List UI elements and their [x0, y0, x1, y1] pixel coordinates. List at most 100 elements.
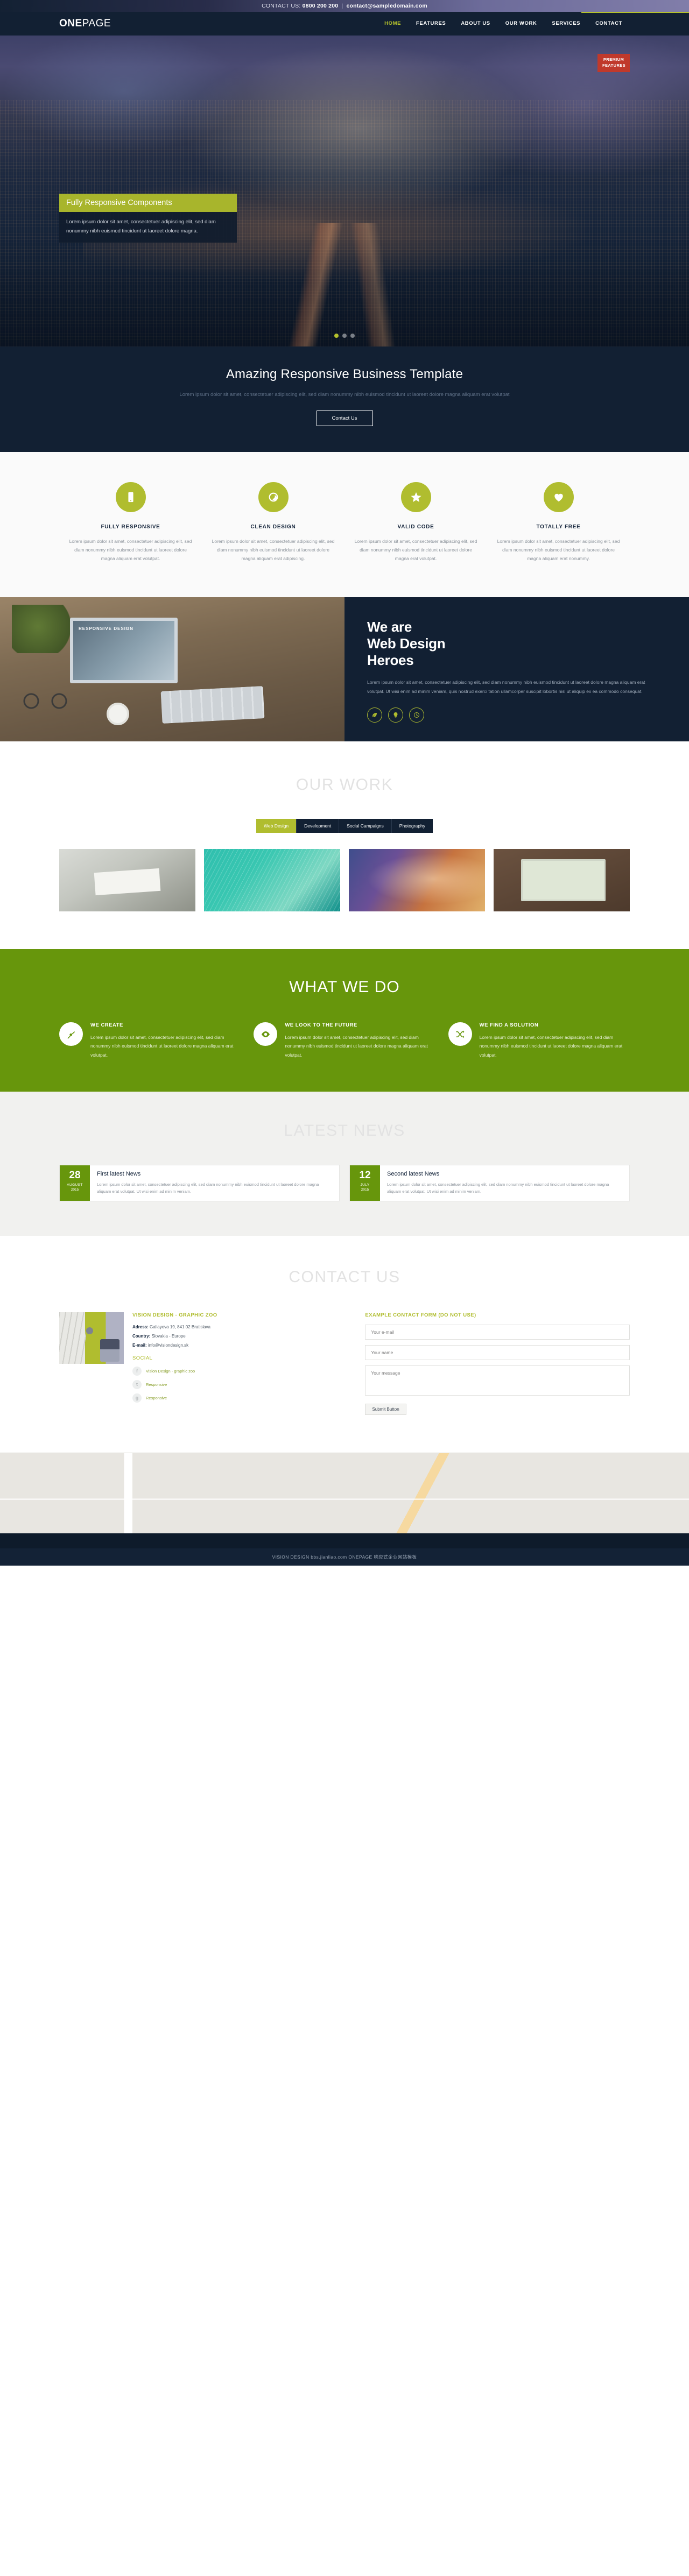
news-month: JULY: [360, 1183, 370, 1187]
keyboard: [160, 686, 265, 724]
news-text: Lorem ipsum dolor sit amet, consectetuer…: [97, 1181, 319, 1194]
nav-item-about-us[interactable]: ABOUT US: [453, 12, 497, 36]
main-navigation-bar: ONEPAGE HOME FEATURES ABOUT US OUR WORK …: [0, 12, 689, 36]
heart-icon: [543, 482, 574, 513]
work-thumb-laptop-homepage[interactable]: [494, 849, 630, 912]
feature-title: VALID CODE: [397, 524, 434, 530]
shuffle-icon: [448, 1022, 472, 1046]
about-heading-line1: We are: [367, 619, 412, 635]
message-field[interactable]: [365, 1365, 630, 1396]
work-filter-tabs: Web Design Development Social Campaigns …: [59, 819, 630, 833]
submit-button[interactable]: Submit Button: [365, 1403, 406, 1415]
bulb-icon[interactable]: [388, 707, 403, 723]
nav-item-features[interactable]: FEATURES: [409, 12, 453, 36]
social-row-facebook[interactable]: f Vision Design - graphic zoo: [132, 1366, 217, 1376]
email-label: E-mail:: [132, 1342, 147, 1348]
map-area[interactable]: [0, 1452, 689, 1533]
email-line: E-mail: info@visiondesign.sk: [132, 1343, 217, 1348]
contact-us-label: CONTACT US:: [262, 3, 301, 9]
news-date-badge: 28 AUGUST 2015: [60, 1165, 90, 1201]
tagline-section: Amazing Responsive Business Template Lor…: [0, 346, 689, 452]
wwd-title: WE CREATE: [90, 1022, 123, 1029]
wwd-card-we-look-to-the-future: WE LOOK TO THE FUTURE Lorem ipsum dolor …: [254, 1022, 435, 1059]
site-logo[interactable]: ONEPAGE: [59, 18, 111, 30]
top-bar-text: CONTACT US: 0800 200 200 | contact@sampl…: [0, 0, 689, 12]
address-label: Adress:: [132, 1324, 149, 1329]
contact-phone[interactable]: 0800 200 200: [303, 3, 339, 9]
eye-icon: [258, 482, 289, 513]
about-icon-row: [367, 707, 661, 723]
email-field[interactable]: [365, 1324, 630, 1340]
feature-card-fully-responsive: FULLY RESPONSIVE Lorem ipsum dolor sit a…: [59, 482, 202, 563]
eye-icon: [254, 1022, 278, 1046]
wwd-title: WE LOOK TO THE FUTURE: [285, 1022, 357, 1029]
latest-news-section: LATEST NEWS 28 AUGUST 2015 First latest …: [0, 1091, 689, 1236]
about-heading-line2: Web Design: [367, 635, 446, 652]
features-grid: FULLY RESPONSIVE Lorem ipsum dolor sit a…: [59, 482, 630, 563]
social-row-twitter[interactable]: t Responsive: [132, 1379, 217, 1389]
leaf-icon[interactable]: [367, 707, 382, 723]
work-thumb-teal-abstract[interactable]: [204, 849, 340, 912]
filter-web-design[interactable]: Web Design: [256, 819, 297, 833]
about-heading: We are Web Design Heroes: [367, 619, 661, 668]
contact-grid: VISION DESIGN - GRAPHIC ZOO Adress: Gall…: [59, 1312, 630, 1415]
plant-decoration: [12, 605, 76, 654]
work-thumb-colorful-paint[interactable]: [349, 849, 485, 912]
tagline-title: Amazing Responsive Business Template: [226, 367, 463, 381]
email-value[interactable]: info@visiondesign.sk: [148, 1343, 188, 1348]
social-row-google-plus[interactable]: g Responsive: [132, 1393, 217, 1403]
news-month: AUGUST: [67, 1183, 83, 1187]
feature-title: TOTALLY FREE: [536, 524, 581, 530]
news-year: 2015: [361, 1187, 369, 1192]
what-we-do-title: WHAT WE DO: [289, 978, 400, 996]
news-day: 28: [69, 1169, 81, 1181]
filter-social-campaigns[interactable]: Social Campaigns: [339, 819, 392, 833]
about-workspace-photo: RESPONSIVE DESIGN: [0, 597, 344, 742]
hero-slider: PREMIUM FEATURES Fully Responsive Compon…: [0, 36, 689, 346]
work-thumb-seo-newspaper[interactable]: [59, 849, 195, 912]
nav-item-home[interactable]: HOME: [377, 12, 409, 36]
name-field[interactable]: [365, 1344, 630, 1360]
work-thumbnail-grid: [59, 849, 630, 912]
filter-photography[interactable]: Photography: [391, 819, 433, 833]
nav-item-our-work[interactable]: OUR WORK: [498, 12, 545, 36]
nav-item-contact[interactable]: CONTACT: [588, 12, 630, 36]
hero-dot-1[interactable]: [334, 334, 339, 338]
company-name: VISION DESIGN - GRAPHIC ZOO: [132, 1312, 217, 1318]
features-section: FULLY RESPONSIVE Lorem ipsum dolor sit a…: [0, 452, 689, 598]
about-text-panel: We are Web Design Heroes Lorem ipsum dol…: [344, 597, 689, 742]
contact-details: VISION DESIGN - GRAPHIC ZOO Adress: Gall…: [132, 1312, 217, 1415]
social-label[interactable]: Vision Design - graphic zoo: [146, 1369, 195, 1374]
news-title[interactable]: First latest News: [97, 1171, 332, 1177]
feature-card-totally-free: TOTALLY FREE Lorem ipsum dolor sit amet,…: [487, 482, 630, 563]
contact-us-button[interactable]: Contact Us: [316, 411, 373, 427]
office-chair: [100, 1339, 119, 1362]
map-roads: [0, 1453, 689, 1533]
contact-section: CONTACT US VISION DESIGN - GRAPHIC ZOO A…: [0, 1235, 689, 1453]
hero-slider-dots[interactable]: [334, 334, 355, 338]
logo-light-part: PAGE: [82, 18, 111, 29]
separator: |: [341, 3, 343, 9]
filter-development[interactable]: Development: [297, 819, 340, 833]
contact-form-panel: EXAMPLE CONTACT FORM (DO NOT USE) Submit…: [365, 1312, 630, 1415]
news-card[interactable]: 28 AUGUST 2015 First latest News Lorem i…: [59, 1164, 340, 1201]
social-label[interactable]: Responsive: [146, 1382, 167, 1387]
news-title[interactable]: Second latest News: [387, 1171, 622, 1177]
news-date-badge: 12 JULY 2015: [350, 1165, 380, 1201]
hero-dot-3[interactable]: [350, 334, 355, 338]
feature-card-valid-code: VALID CODE Lorem ipsum dolor sit amet, c…: [344, 482, 487, 563]
wwd-card-we-create: WE CREATE Lorem ipsum dolor sit amet, co…: [59, 1022, 241, 1059]
clock-icon[interactable]: [409, 707, 424, 723]
contact-email[interactable]: contact@sampledomain.com: [346, 3, 427, 9]
nav-item-services[interactable]: SERVICES: [544, 12, 588, 36]
wwd-text: Lorem ipsum dolor sit amet, consectetuer…: [90, 1035, 234, 1058]
wwd-title: WE FIND A SOLUTION: [479, 1022, 539, 1029]
social-label[interactable]: Responsive: [146, 1396, 167, 1400]
country-value: Slovakia - Europe: [151, 1333, 186, 1339]
hero-dot-2[interactable]: [342, 334, 347, 338]
news-card[interactable]: 12 JULY 2015 Second latest News Lorem ip…: [349, 1164, 630, 1201]
contact-info-panel: VISION DESIGN - GRAPHIC ZOO Adress: Gall…: [59, 1312, 349, 1415]
what-we-do-section: WHAT WE DO WE CREATE Lorem ipsum dolor s…: [0, 949, 689, 1092]
country-line: Country: Slovakia - Europe: [132, 1334, 217, 1339]
premium-features-badge: PREMIUM FEATURES: [597, 54, 630, 72]
